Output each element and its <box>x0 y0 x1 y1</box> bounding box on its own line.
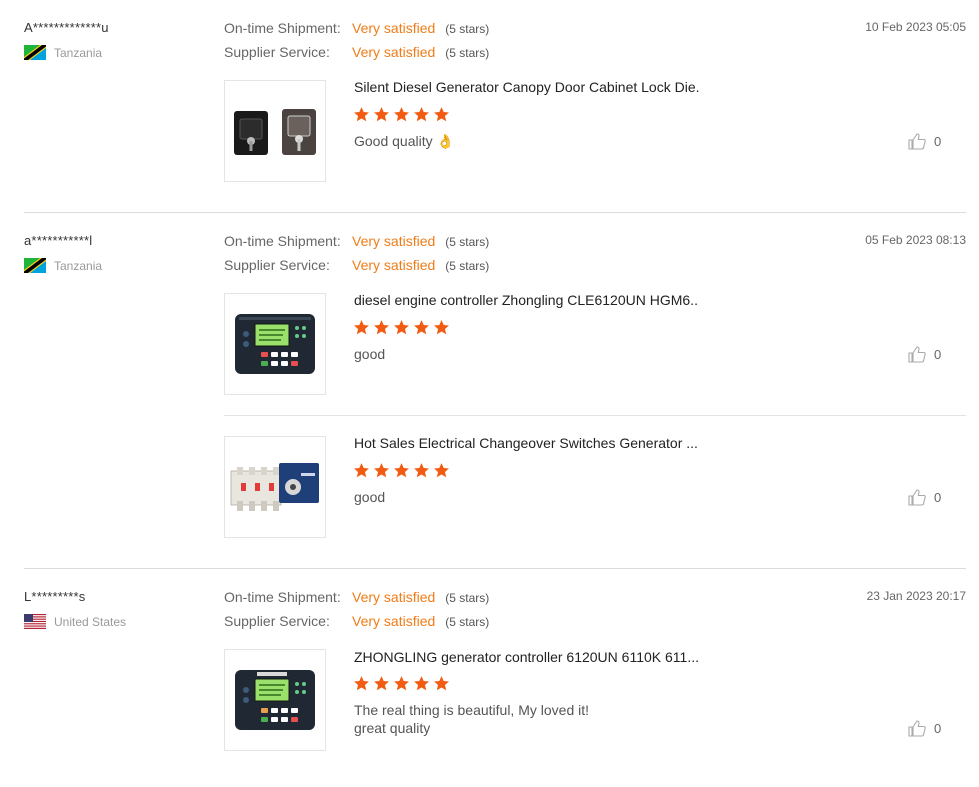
supplier-service-rating: Supplier Service: Very satisfied (5 star… <box>224 44 489 60</box>
rating-label: On-time Shipment: <box>224 20 341 36</box>
review-comment: Good quality 👌 <box>354 132 454 150</box>
thumbs-up-icon <box>908 489 926 506</box>
star-icon <box>394 107 409 122</box>
review-comment: The real thing is beautiful, My loved it… <box>354 701 589 737</box>
supplier-service-rating: Supplier Service: Very satisfied (5 star… <box>224 613 489 629</box>
like-count: 0 <box>934 347 942 362</box>
like-button[interactable]: 0 <box>908 346 941 363</box>
rating-label: On-time Shipment: <box>224 233 341 249</box>
rating-stars-text: (5 stars) <box>445 591 490 605</box>
star-icon <box>394 676 409 691</box>
thumbs-up-icon <box>908 720 926 737</box>
product-rating-stars <box>353 675 450 692</box>
product-thumbnail[interactable] <box>224 436 326 538</box>
star-icon <box>434 463 449 478</box>
review-comment: good <box>354 488 385 506</box>
like-button[interactable]: 0 <box>908 720 941 737</box>
star-icon <box>394 463 409 478</box>
like-button[interactable]: 0 <box>908 489 941 506</box>
rating-value: Very satisfied <box>352 20 436 36</box>
like-count: 0 <box>934 490 942 505</box>
supplier-service-rating: Supplier Service: Very satisfied (5 star… <box>224 257 489 273</box>
star-icon <box>354 676 369 691</box>
controller-image <box>235 314 315 374</box>
controller-image <box>235 670 315 730</box>
review-divider <box>24 212 966 213</box>
comment-line: good <box>354 489 386 505</box>
star-icon <box>434 676 449 691</box>
product-title[interactable]: diesel engine controller Zhongling CLE61… <box>354 292 699 308</box>
rating-value: Very satisfied <box>352 233 436 249</box>
rating-stars-text: (5 stars) <box>445 259 490 273</box>
star-icon <box>414 676 429 691</box>
product-rating-stars <box>353 319 450 336</box>
star-icon <box>374 463 389 478</box>
star-icon <box>394 320 409 335</box>
cabinet-lock-image <box>234 109 316 155</box>
rating-value: Very satisfied <box>352 589 436 605</box>
review-date: 23 Jan 2023 20:17 <box>866 589 966 603</box>
product-thumbnail[interactable] <box>224 649 326 751</box>
star-icon <box>414 320 429 335</box>
rating-stars-text: (5 stars) <box>445 22 490 36</box>
star-icon <box>374 107 389 122</box>
product-title[interactable]: ZHONGLING generator controller 6120UN 61… <box>354 649 699 665</box>
rating-label: Supplier Service: <box>224 613 330 629</box>
rating-value: Very satisfied <box>352 613 436 629</box>
rating-stars-text: (5 stars) <box>445 46 490 60</box>
product-rating-stars <box>353 106 450 123</box>
rating-label: Supplier Service: <box>224 44 330 60</box>
comment-line: The real thing is beautiful, My loved it… <box>354 702 590 718</box>
star-icon <box>434 107 449 122</box>
changeover-switch-image <box>230 463 319 511</box>
country-name: Tanzania <box>54 258 103 273</box>
review-date: 05 Feb 2023 08:13 <box>865 233 966 247</box>
buyer-country: Tanzania <box>24 45 102 60</box>
tanzania-flag-icon <box>24 45 46 60</box>
review-date: 10 Feb 2023 05:05 <box>865 20 966 34</box>
rating-label: Supplier Service: <box>224 257 330 273</box>
product-title[interactable]: Silent Diesel Generator Canopy Door Cabi… <box>354 79 699 95</box>
buyer-name: a***********l <box>24 233 93 248</box>
rating-value: Very satisfied <box>352 44 436 60</box>
product-title[interactable]: Hot Sales Electrical Changeover Switches… <box>354 435 698 451</box>
rating-label: On-time Shipment: <box>224 589 341 605</box>
us-flag-icon <box>24 614 46 629</box>
thumbs-up-icon <box>908 133 926 150</box>
buyer-name: A*************u <box>24 20 109 35</box>
like-count: 0 <box>934 134 942 149</box>
product-rating-stars <box>353 462 450 479</box>
country-name: Tanzania <box>54 45 103 60</box>
buyer-name: L*********s <box>24 589 86 604</box>
buyer-country: Tanzania <box>24 258 102 273</box>
review-comment: good <box>354 345 385 363</box>
star-icon <box>434 320 449 335</box>
rating-stars-text: (5 stars) <box>445 615 490 629</box>
thumbs-up-icon <box>908 346 926 363</box>
star-icon <box>374 676 389 691</box>
rating-value: Very satisfied <box>352 257 436 273</box>
review-divider <box>24 568 966 569</box>
product-divider <box>224 415 966 416</box>
product-thumbnail[interactable] <box>224 293 326 395</box>
on-time-shipment-rating: On-time Shipment: Very satisfied (5 star… <box>224 20 489 36</box>
star-icon <box>414 107 429 122</box>
country-name: United States <box>54 614 127 629</box>
like-count: 0 <box>934 721 942 736</box>
product-thumbnail[interactable] <box>224 80 326 182</box>
on-time-shipment-rating: On-time Shipment: Very satisfied (5 star… <box>224 233 489 249</box>
star-icon <box>354 107 369 122</box>
comment-line: Good quality 👌 <box>354 133 454 149</box>
star-icon <box>414 463 429 478</box>
like-button[interactable]: 0 <box>908 133 941 150</box>
tanzania-flag-icon <box>24 258 46 273</box>
buyer-country: United States <box>24 614 126 629</box>
rating-stars-text: (5 stars) <box>445 235 490 249</box>
comment-line: great quality <box>354 720 431 736</box>
comment-line: good <box>354 346 386 362</box>
star-icon <box>374 320 389 335</box>
star-icon <box>354 320 369 335</box>
on-time-shipment-rating: On-time Shipment: Very satisfied (5 star… <box>224 589 489 605</box>
star-icon <box>354 463 369 478</box>
